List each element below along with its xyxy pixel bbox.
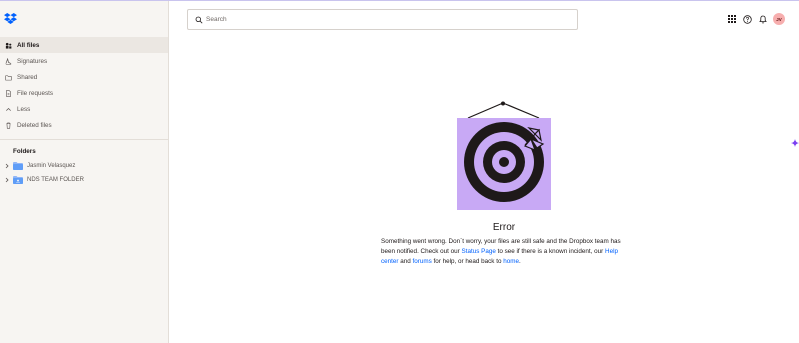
sidebar-item-less[interactable]: Less xyxy=(0,101,168,117)
chevron-right-icon[interactable] xyxy=(4,163,10,169)
dropbox-logo-icon[interactable] xyxy=(4,13,17,25)
sidebar-item-label: Shared xyxy=(17,73,38,81)
error-text: to see if there is a known incident, our xyxy=(495,248,606,255)
app-grid-icon[interactable] xyxy=(727,14,737,24)
forums-link[interactable]: forums xyxy=(413,258,432,265)
error-text: for help, or head back to xyxy=(431,258,504,265)
trash-icon xyxy=(4,121,12,129)
search-input[interactable] xyxy=(206,16,566,23)
folder-label: Jasmin Velasquez xyxy=(27,162,76,169)
chevron-up-icon xyxy=(4,105,12,113)
sidebar: All files Signatures Shared File request… xyxy=(0,1,169,343)
sparkle-icon[interactable] xyxy=(791,139,799,147)
help-icon[interactable] xyxy=(742,14,752,24)
sidebar-item-label: All files xyxy=(17,41,40,49)
error-text: . xyxy=(518,258,521,265)
home-link[interactable]: home xyxy=(503,258,519,265)
sidebar-item-label: Deleted files xyxy=(17,121,52,129)
chevron-right-icon[interactable] xyxy=(4,177,10,183)
shared-icon xyxy=(4,73,12,81)
file-request-icon xyxy=(4,89,12,97)
folder-item[interactable]: Jasmin Velasquez xyxy=(0,159,168,172)
error-text: and xyxy=(398,258,413,265)
sidebar-item-signatures[interactable]: Signatures xyxy=(0,53,168,69)
sidebar-item-file-requests[interactable]: File requests xyxy=(0,85,168,101)
notification-bell-icon[interactable] xyxy=(758,14,768,24)
folder-label: NDS TEAM FOLDER xyxy=(27,176,84,183)
sidebar-item-label: Less xyxy=(17,105,31,113)
all-files-icon xyxy=(4,41,12,49)
search-icon xyxy=(195,16,203,24)
search-bar[interactable] xyxy=(187,9,578,30)
team-folder-icon xyxy=(13,175,23,184)
folders-heading: Folders xyxy=(13,148,36,155)
error-message: Something went wrong. Don`t worry, your … xyxy=(381,237,631,267)
folder-item[interactable]: NDS TEAM FOLDER xyxy=(0,173,168,186)
sidebar-divider xyxy=(0,139,168,140)
folder-icon xyxy=(13,161,23,170)
sidebar-item-shared[interactable]: Shared xyxy=(0,69,168,85)
avatar[interactable]: JV xyxy=(773,13,785,25)
sidebar-item-all-files[interactable]: All files xyxy=(0,37,168,53)
status-page-link[interactable]: Status Page xyxy=(462,248,496,255)
sidebar-item-label: File requests xyxy=(17,89,54,97)
error-target-illustration xyxy=(457,101,551,210)
error-title: Error xyxy=(492,222,516,233)
signature-icon xyxy=(4,57,12,65)
sidebar-item-label: Signatures xyxy=(17,57,48,65)
sidebar-item-deleted-files[interactable]: Deleted files xyxy=(0,117,168,133)
